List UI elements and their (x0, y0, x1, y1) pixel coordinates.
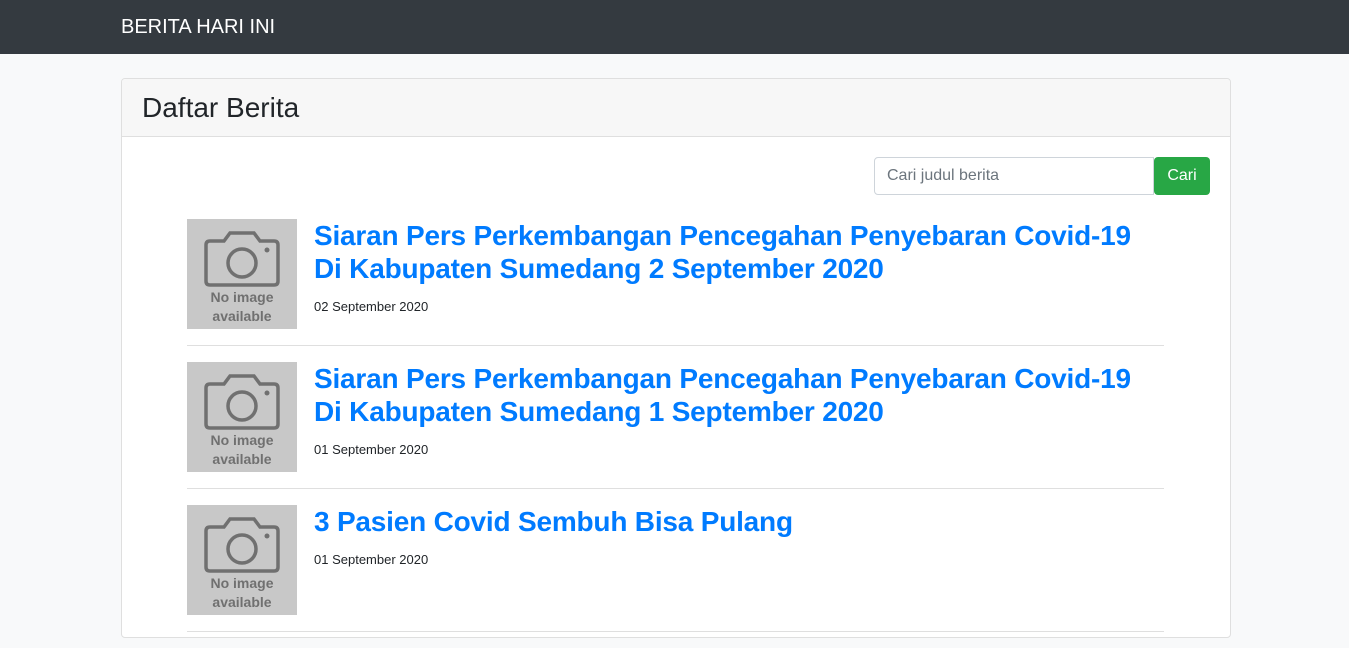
camera-icon (204, 517, 280, 573)
news-thumbnail[interactable]: No image available (187, 219, 297, 329)
camera-icon (204, 231, 280, 287)
camera-icon (204, 374, 280, 430)
brand-link[interactable]: BERITA HARI INI (121, 17, 275, 37)
news-title-link[interactable]: Siaran Pers Perkembangan Pencegahan Peny… (314, 219, 1164, 285)
card-header: Daftar Berita (122, 79, 1230, 137)
news-item: No image available 3 Pasien Covid Sembuh… (187, 505, 1164, 632)
news-item: No image available Siaran Pers Perkemban… (187, 219, 1164, 346)
thumbnail-label-1: No image (210, 575, 274, 591)
news-title-link[interactable]: Siaran Pers Perkembangan Pencegahan Peny… (314, 362, 1164, 428)
search-form: Cari (874, 157, 1210, 195)
news-date: 02 September 2020 (314, 299, 429, 314)
thumbnail-label-1: No image (210, 432, 274, 448)
news-date: 01 September 2020 (314, 552, 429, 567)
navbar: BERITA HARI INI (0, 0, 1349, 54)
news-body: 3 Pasien Covid Sembuh Bisa Pulang 01 Sep… (314, 505, 793, 615)
news-list: No image available Siaran Pers Perkemban… (187, 219, 1164, 648)
thumbnail-label-1: No image (210, 289, 274, 305)
search-button[interactable]: Cari (1154, 157, 1210, 195)
thumbnail-label-2: available (212, 308, 272, 324)
news-date: 01 September 2020 (314, 442, 429, 457)
news-card: Daftar Berita Cari No image available Si… (121, 78, 1231, 638)
search-input[interactable] (874, 157, 1154, 195)
news-body: Siaran Pers Perkembangan Pencegahan Peny… (314, 362, 1164, 472)
thumbnail-label-2: available (212, 594, 272, 610)
news-thumbnail[interactable]: No image available (187, 505, 297, 615)
news-title-link[interactable]: 3 Pasien Covid Sembuh Bisa Pulang (314, 505, 793, 538)
news-thumbnail[interactable]: No image available (187, 362, 297, 472)
news-body: Siaran Pers Perkembangan Pencegahan Peny… (314, 219, 1164, 329)
page-title: Daftar Berita (142, 91, 300, 123)
news-item: No image available Siaran Pers Perkemban… (187, 362, 1164, 489)
thumbnail-label-2: available (212, 451, 272, 467)
